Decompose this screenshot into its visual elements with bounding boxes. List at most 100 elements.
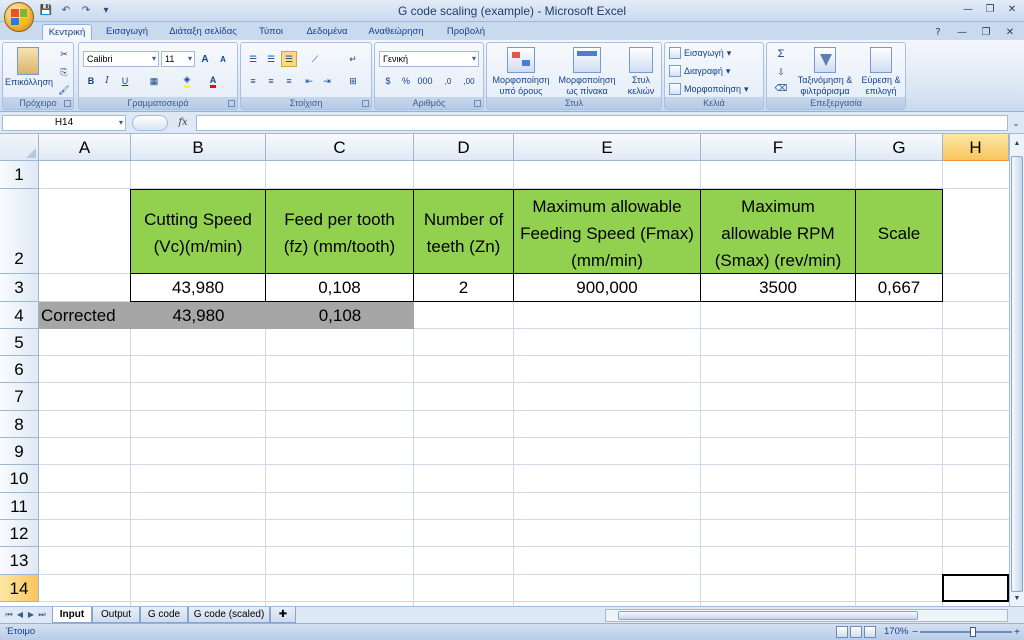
formula-input[interactable] [196,115,1008,131]
tab-home[interactable]: Κεντρική [42,24,92,40]
row-header-7[interactable]: 7 [0,383,39,411]
close-button[interactable]: ✕ [1002,1,1022,17]
next-sheet-icon[interactable]: ▶ [26,609,36,621]
vertical-scrollbar[interactable]: ▲ ▼ [1009,134,1024,606]
doc-minimize-button[interactable]: — [952,24,972,40]
column-header-c[interactable]: C [266,134,414,161]
cell-c3[interactable]: 0,108 [265,273,414,302]
paste-button[interactable]: Επικόλληση [5,47,53,88]
increase-decimal-button[interactable]: ,0 [439,73,457,89]
help-icon[interactable]: ? [928,24,948,40]
wrap-text-icon[interactable]: ↵ [343,51,363,67]
align-bottom-icon[interactable]: ☰ [281,51,297,67]
zoom-slider-thumb[interactable] [970,627,976,637]
font-name-select[interactable]: Calibri [83,51,159,67]
align-right-icon[interactable]: ≡ [281,73,297,89]
borders-icon[interactable]: ▦ [143,73,165,89]
tab-view[interactable]: Προβολή [440,24,492,40]
horizontal-scroll-thumb[interactable] [618,611,918,620]
copy-icon[interactable]: ⎘ [57,65,71,79]
cell-g2[interactable]: Scale [855,189,943,275]
delete-cells-button[interactable]: Διαγραφή ▾ [669,63,730,79]
zoom-slider[interactable] [920,631,1012,633]
minimize-button[interactable]: — [958,1,978,17]
number-launcher-icon[interactable] [474,100,481,107]
decrease-decimal-button[interactable]: ,00 [459,73,479,89]
cell-c4[interactable]: 0,108 [266,302,414,329]
zoom-level[interactable]: 170% [884,626,908,637]
sheet-tab-g-code[interactable]: G code [140,607,188,623]
format-cells-button[interactable]: Μορφοποίηση ▾ [669,81,749,97]
row-header-2[interactable]: 2 [0,189,39,274]
vertical-scroll-thumb[interactable] [1011,156,1023,592]
maximize-button[interactable]: ❐ [980,1,1000,17]
conditional-formatting-button[interactable]: Μορφοποίηση υπό όρους [489,47,553,97]
bold-button[interactable]: B [83,73,99,89]
scroll-down-icon[interactable]: ▼ [1011,592,1023,604]
row-header-13[interactable]: 13 [0,547,39,575]
office-button[interactable] [4,2,34,32]
sheet-tab-output[interactable]: Output [92,607,140,623]
column-header-d[interactable]: D [414,134,514,161]
zoom-out-icon[interactable]: − [910,625,920,639]
first-sheet-icon[interactable]: ⏮ [4,609,14,621]
page-break-view-icon[interactable] [864,626,876,638]
format-painter-icon[interactable]: 🖌 [57,83,71,97]
cell-e2[interactable]: Maximum allowable Feeding Speed (Fmax) (… [513,189,701,275]
alignment-launcher-icon[interactable] [362,100,369,107]
row-header-11[interactable]: 11 [0,493,39,520]
column-header-a[interactable]: A [39,134,131,161]
font-launcher-icon[interactable] [228,100,235,107]
row-header-4[interactable]: 4 [0,302,39,329]
insert-cells-button[interactable]: Εισαγωγή ▾ [669,45,731,61]
cell-c2[interactable]: Feed per tooth (fz) (mm/tooth) [265,189,414,275]
tab-insert[interactable]: Εισαγωγή [100,24,154,40]
cell-b2[interactable]: Cutting Speed (Vc)(m/min) [130,189,266,275]
insert-function-button[interactable]: fx [172,115,194,131]
sort-filter-button[interactable]: Ταξινόμηση & φιλτράρισμα [793,47,857,97]
cut-icon[interactable]: ✂ [57,47,71,61]
cell-e3[interactable]: 900,000 [513,273,701,302]
last-sheet-icon[interactable]: ⏭ [37,609,47,621]
thousands-button[interactable]: 000 [415,73,435,89]
decrease-indent-icon[interactable]: ⇤ [301,73,317,89]
fill-color-icon[interactable]: ◈ [175,73,199,89]
underline-button[interactable]: U [115,73,135,89]
fill-icon[interactable]: ⇩ [771,65,791,79]
row-header-6[interactable]: 6 [0,356,39,383]
cell-b3[interactable]: 43,980 [130,273,266,302]
currency-button[interactable]: $ [379,73,397,89]
row-header-9[interactable]: 9 [0,438,39,465]
tab-review[interactable]: Αναθεώρηση [364,24,428,40]
formula-bar-toggle[interactable] [132,115,168,131]
expand-formula-bar-icon[interactable]: ⌄ [1010,116,1022,130]
cell-a4[interactable]: Corrected [39,302,131,329]
cell-styles-button[interactable]: Στυλ κελιών [621,47,661,97]
font-size-select[interactable]: 11 [161,51,195,67]
select-all-button[interactable] [0,134,39,161]
doc-close-button[interactable]: ✕ [1000,24,1020,40]
percent-button[interactable]: % [399,73,413,89]
font-color-button[interactable]: A [201,73,225,89]
shrink-font-button[interactable]: A [215,51,231,67]
prev-sheet-icon[interactable]: ◀ [15,609,25,621]
row-header-8[interactable]: 8 [0,411,39,438]
italic-button[interactable]: I [99,73,115,89]
align-center-icon[interactable]: ≡ [263,73,279,89]
cell-d3[interactable]: 2 [413,273,514,302]
horizontal-scrollbar[interactable] [605,609,1008,622]
cell-f2[interactable]: Maximum allowable RPM (Smax) (rev/min) [700,189,856,275]
tab-data[interactable]: Δεδομένα [300,24,354,40]
sheet-tab-g-code-scaled[interactable]: G code (scaled) [188,607,270,623]
grow-font-button[interactable]: A [197,51,213,67]
sheet-tab-input[interactable]: Input [52,607,92,623]
doc-restore-button[interactable]: ❐ [976,24,996,40]
tab-formulas[interactable]: Τύποι [254,24,288,40]
cell-d2[interactable]: Number of teeth (Zn) [413,189,514,275]
column-header-g[interactable]: G [856,134,943,161]
row-header-14[interactable]: 14 [0,575,39,602]
row-header-12[interactable]: 12 [0,520,39,547]
format-as-table-button[interactable]: Μορφοποίηση ως πίνακα [555,47,619,97]
normal-view-icon[interactable] [836,626,848,638]
scroll-up-icon[interactable]: ▲ [1011,136,1023,150]
